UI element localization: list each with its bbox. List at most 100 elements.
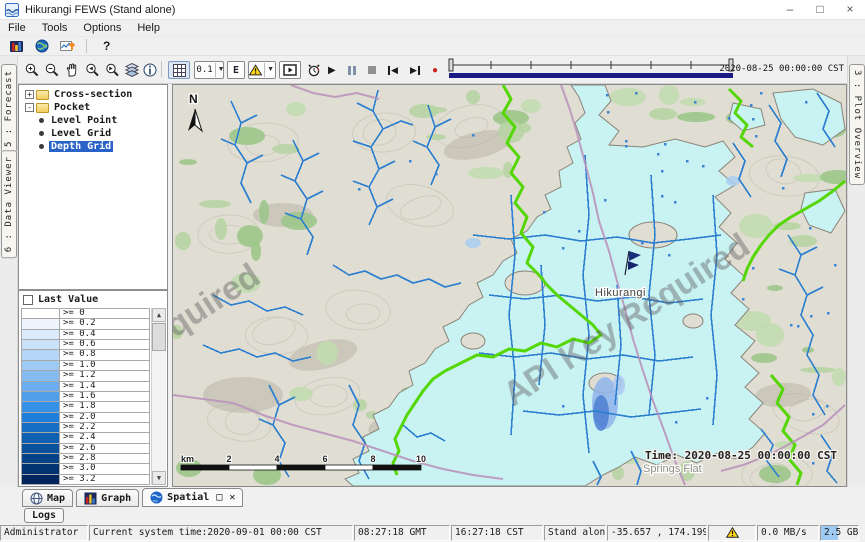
left-tab-data-viewer[interactable]: 6 : Data Viewer [1,150,17,258]
leaf-bullet-icon [39,118,44,123]
legend-class-label: >= 2.0 [60,413,149,422]
tree-item-level-grid[interactable]: Level Grid [19,127,167,140]
pause-button[interactable] [348,61,356,79]
elevation-legend-button[interactable]: E [227,61,245,79]
tab-map-label: Map [47,493,65,504]
last-value-label: Last Value [38,294,98,305]
logs-database-icon[interactable] [6,38,26,54]
zoom-previous-icon[interactable] [84,61,100,79]
timeseries-chart-icon[interactable] [58,38,78,54]
title-bar: Hikurangi FEWS (Stand alone) – □ × [0,0,865,20]
legend-row[interactable]: >= 0.4 [21,329,150,339]
legend-row[interactable]: >= 2.8 [21,453,150,463]
scrollbar-thumb[interactable] [152,323,166,351]
info-icon[interactable] [142,61,158,79]
zoom-in-icon[interactable] [24,61,40,79]
legend-row[interactable]: >= 1.8 [21,401,150,411]
legend-row[interactable]: >= 0.2 [21,318,150,328]
grid-display-button[interactable] [168,61,190,79]
help-button[interactable]: ? [103,39,110,53]
tree-item-level-point[interactable]: Level Point [19,114,167,127]
warning-dropdown-button[interactable]: ▼ [248,61,276,79]
layers-icon[interactable] [124,61,140,79]
tree-item-label: Pocket [52,102,92,113]
tab-spatial[interactable]: Spatial □ ✕ [142,488,243,507]
legend-scrollbar[interactable]: ▲ ▼ [151,308,166,485]
menu-item-options[interactable]: Options [75,20,129,36]
legend-row[interactable]: >= 0.8 [21,349,150,359]
skip-backward-button[interactable]: ◀ [388,61,398,79]
menu-item-help[interactable]: Help [129,20,168,36]
legend-class-label: >= 2.4 [60,433,149,442]
time-slider[interactable] [424,59,734,77]
legend-color-swatch [22,350,60,359]
legend-color-swatch [22,423,60,432]
tree-item-pocket[interactable]: - Pocket [19,101,167,114]
animation-button[interactable] [279,61,301,79]
skip-forward-button[interactable]: ▶ [410,61,420,79]
zoom-next-icon[interactable] [104,61,120,79]
tab-map[interactable]: Map [22,489,73,507]
tab-maximize-icon[interactable]: □ [216,492,222,503]
right-tab-plot-overview[interactable]: 3 : Plot Overview [849,64,865,185]
legend-row[interactable]: >= 1.0 [21,360,150,370]
stop-button[interactable] [368,61,376,79]
tree-item-depth-grid[interactable]: Depth Grid [19,140,167,153]
last-value-checkbox[interactable] [23,295,33,305]
legend-color-swatch [22,475,60,484]
legend-row[interactable]: >= 2.4 [21,432,150,442]
grid-scale-dropdown[interactable]: 0.1▼ [194,61,224,79]
legend-row[interactable]: >= 0 [21,308,150,318]
tree-item-cross-section[interactable]: +Cross-section [19,88,167,101]
tree-expander-icon[interactable]: + [25,90,34,99]
timer-icon[interactable] [305,61,323,79]
legend-class-label: >= 1.6 [60,392,149,401]
legend-row[interactable]: >= 1.2 [21,370,150,380]
legend-color-swatch [22,340,60,349]
zoom-out-icon[interactable] [44,61,60,79]
legend-class-label: >= 1.0 [60,361,149,370]
legend-row[interactable]: >= 0.6 [21,339,150,349]
legend-color-swatch [22,464,60,473]
close-button[interactable]: × [835,0,865,19]
legend-class-label: >= 3.2 [60,475,149,484]
status-bar: AdministratorCurrent system time:2020-09… [0,524,865,542]
legend-class-label: >= 1.4 [60,382,149,391]
tab-graph[interactable]: Graph [76,489,139,507]
legend-row[interactable]: >= 2.2 [21,422,150,432]
legend-color-swatch [22,433,60,442]
legend-row[interactable]: >= 2.0 [21,412,150,422]
place-label-hikurangi: Hikurangi [595,287,646,299]
map-globe-icon[interactable] [32,38,52,54]
tab-close-icon[interactable]: ✕ [229,492,235,503]
left-tab-forecast[interactable]: 5 : Forecast [1,64,17,153]
legend-row[interactable]: >= 3.2 [21,474,150,485]
play-button[interactable]: ▶ [328,61,336,79]
minimize-button[interactable]: – [775,0,805,19]
application-window: Hikurangi FEWS (Stand alone) – □ × FileT… [0,0,865,542]
main-toolbar: ? [0,37,865,56]
window-controls: – □ × [775,0,865,19]
legend-class-label: >= 0.4 [60,330,149,339]
menu-item-file[interactable]: File [0,20,34,36]
legend-row[interactable]: >= 1.6 [21,391,150,401]
tab-spatial-label: Spatial [167,492,209,503]
legend-row[interactable]: >= 3.0 [21,463,150,473]
pan-hand-icon[interactable] [64,61,80,79]
scroll-up-icon[interactable]: ▲ [152,308,166,322]
legend-row[interactable]: >= 1.4 [21,381,150,391]
status-transfer-rate: 0.0 MB/s [757,525,819,541]
menu-item-tools[interactable]: Tools [34,20,76,36]
legend-class-label: >= 0.8 [60,350,149,359]
maximize-button[interactable]: □ [805,0,835,19]
status-coordinates: -35.657 , 174.199 [607,525,707,541]
legend-row[interactable]: >= 2.6 [21,443,150,453]
tree-expander-icon[interactable]: - [25,103,34,112]
chevron-down-icon: ▼ [264,63,275,77]
right-tab-strip: 3 : Plot Overview [847,56,865,487]
logs-button[interactable]: Logs [24,508,64,523]
spatial-map-view[interactable]: API Key Required API Key Required Hikura… [172,84,847,487]
legend-color-swatch [22,361,60,370]
scroll-down-icon[interactable]: ▼ [152,471,166,485]
filter-tree-panel: +Cross-section - PocketLevel PointLevel Gr… [18,84,168,290]
